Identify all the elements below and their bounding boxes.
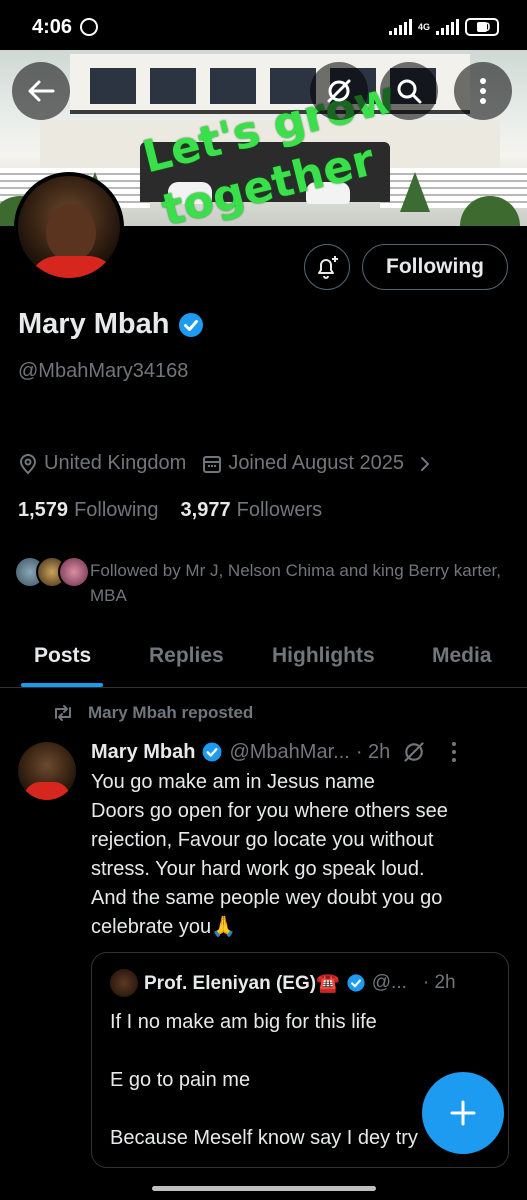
following-count-link[interactable]: 1,579 Following bbox=[18, 499, 159, 522]
location-text: United Kingdom bbox=[44, 452, 187, 474]
quote-line: If I no make am big for this life bbox=[110, 1011, 377, 1033]
post-time[interactable]: · 2h bbox=[356, 741, 390, 764]
post-header: Mary Mbah @MbahMar... · 2h bbox=[91, 740, 466, 764]
following-label: Following bbox=[74, 499, 159, 521]
post-author-avatar[interactable] bbox=[18, 742, 76, 800]
post-line: celebrate you🙏 bbox=[91, 916, 236, 938]
quote-author-name: Prof. Eleniyan (EG)☎️ bbox=[144, 973, 340, 994]
post-line: And the same people wey doubt you go bbox=[91, 887, 443, 909]
quote-author-avatar bbox=[110, 969, 138, 997]
status-bar: 4:06 4G 30 bbox=[0, 0, 527, 50]
network-type: 4G bbox=[417, 22, 430, 32]
bell-plus-icon bbox=[318, 256, 338, 279]
calendar-icon bbox=[203, 455, 222, 473]
plus-icon bbox=[450, 1100, 476, 1126]
quote-header: Prof. Eleniyan (EG)☎️ @... · 2h bbox=[110, 969, 456, 997]
back-button[interactable] bbox=[12, 62, 70, 120]
more-vertical-icon bbox=[480, 78, 486, 104]
quote-line: Because Meself know say I dey try bbox=[110, 1127, 418, 1149]
avatar bbox=[58, 556, 90, 588]
post-line: Doors go open for you where others see bbox=[91, 800, 448, 822]
battery-level: 30 bbox=[477, 20, 491, 34]
followed-by-text[interactable]: Followed by Mr J, Nelson Chima and king … bbox=[90, 558, 510, 608]
followers-label: Followers bbox=[236, 499, 323, 521]
more-options-icon[interactable] bbox=[442, 740, 466, 764]
grok-icon[interactable] bbox=[402, 740, 426, 764]
search-icon bbox=[397, 79, 422, 104]
signal-icon-2 bbox=[436, 19, 459, 35]
quote-time: · 2h bbox=[422, 972, 456, 993]
quote-author-handle: @... bbox=[371, 972, 407, 993]
tab-replies[interactable]: Replies bbox=[149, 644, 224, 668]
post-author-handle[interactable]: @MbahMar... bbox=[229, 741, 349, 764]
followers-count: 3,977 bbox=[180, 499, 231, 521]
arrow-left-icon bbox=[28, 80, 55, 102]
compose-post-button[interactable] bbox=[422, 1072, 504, 1154]
status-time: 4:06 bbox=[32, 16, 73, 38]
profile-name-row: Mary Mbah bbox=[18, 308, 205, 341]
chevron-right-icon bbox=[421, 456, 430, 471]
followers-count-link[interactable]: 3,977 Followers bbox=[181, 499, 323, 522]
verified-badge-icon bbox=[203, 742, 222, 762]
repost-label: Mary Mbah reposted bbox=[88, 703, 254, 722]
battery-icon: 30 bbox=[465, 18, 499, 36]
repost-icon bbox=[55, 705, 71, 721]
following-button[interactable]: Following bbox=[362, 244, 508, 290]
post-author-name[interactable]: Mary Mbah bbox=[91, 741, 195, 764]
quote-line: E go to pain me bbox=[110, 1069, 251, 1091]
tab-highlights[interactable]: Highlights bbox=[272, 644, 375, 668]
follow-counts: 1,579 Following 3,977 Followers bbox=[18, 499, 322, 522]
tab-media[interactable]: Media bbox=[432, 644, 492, 668]
notifications-button[interactable] bbox=[304, 244, 350, 290]
post-line: rejection, Favour go locate you without bbox=[91, 829, 434, 851]
home-indicator[interactable] bbox=[152, 1186, 376, 1191]
profile-handle: @MbahMary34168 bbox=[18, 360, 189, 382]
location-item: United Kingdom bbox=[18, 452, 186, 475]
tab-posts[interactable]: Posts bbox=[34, 644, 91, 668]
profile-meta: United Kingdom Joined August 2025 bbox=[18, 452, 448, 475]
profile-avatar[interactable] bbox=[14, 172, 124, 282]
profile-tabs: Posts Replies Highlights Media bbox=[0, 632, 527, 688]
verified-badge-icon bbox=[347, 974, 365, 992]
location-pin-icon bbox=[19, 453, 37, 474]
status-indicators: 4G 30 bbox=[388, 18, 499, 36]
post-line: stress. Your hard work go speak loud. bbox=[91, 858, 425, 880]
joined-text: Joined August 2025 bbox=[228, 452, 405, 474]
profile-name: Mary Mbah bbox=[18, 308, 170, 340]
signal-icon bbox=[388, 19, 412, 35]
grok-icon bbox=[327, 79, 351, 103]
post-line: You go make am in Jesus name bbox=[91, 771, 375, 793]
more-options-button[interactable] bbox=[454, 62, 512, 120]
repost-indicator[interactable]: Mary Mbah reposted bbox=[52, 703, 253, 723]
grok-button[interactable] bbox=[310, 62, 368, 120]
active-tab-indicator bbox=[21, 683, 103, 687]
verified-badge-icon[interactable] bbox=[177, 311, 205, 339]
followed-by-avatars[interactable] bbox=[14, 556, 90, 588]
post-text[interactable]: You go make am in Jesus name Doors go op… bbox=[91, 768, 511, 942]
following-count: 1,579 bbox=[18, 499, 69, 521]
search-button[interactable] bbox=[380, 62, 438, 120]
whatsapp-icon bbox=[80, 18, 98, 36]
joined-item[interactable]: Joined August 2025 bbox=[202, 452, 432, 475]
